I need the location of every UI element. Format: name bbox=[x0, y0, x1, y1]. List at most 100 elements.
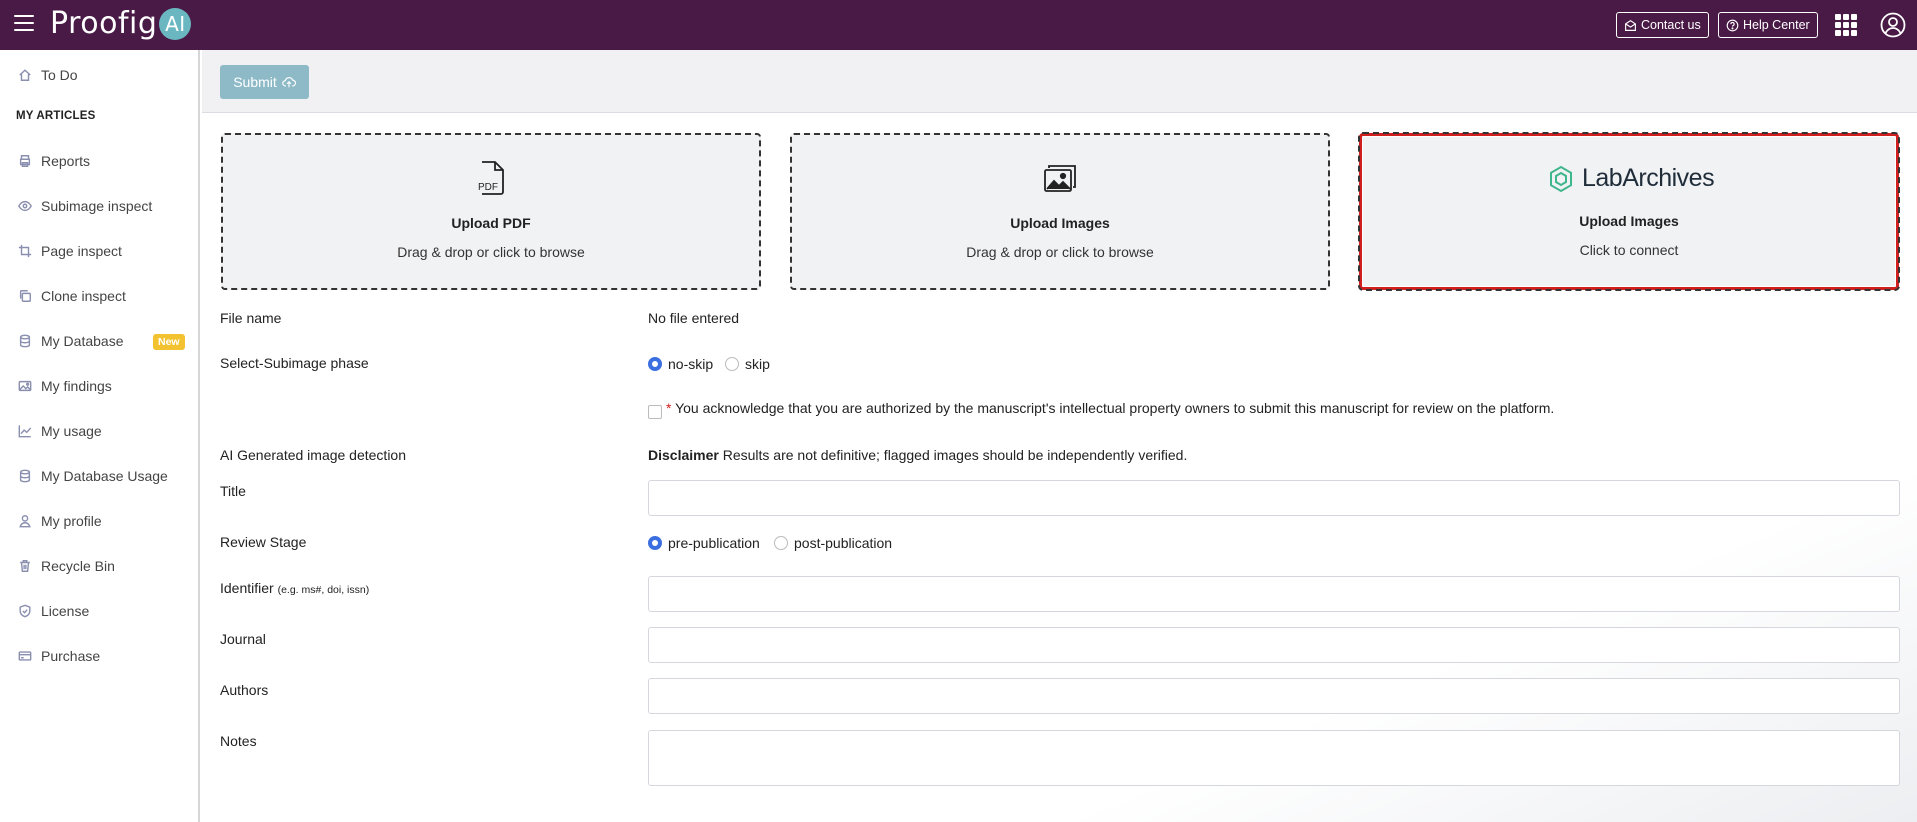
file-name-value: No file entered bbox=[648, 310, 740, 326]
sidebar-item-todo[interactable]: To Do bbox=[0, 60, 198, 90]
acknowledge-checkbox[interactable] bbox=[648, 405, 662, 419]
chart-line-icon bbox=[18, 425, 32, 438]
identifier-label-text: Identifier bbox=[220, 580, 274, 596]
disclaimer-bold: Disclaimer bbox=[648, 447, 719, 463]
authors-input[interactable] bbox=[648, 678, 1900, 714]
radio-pre-publication[interactable]: pre-publication bbox=[648, 535, 760, 551]
cloud-upload-icon bbox=[281, 77, 296, 88]
sidebar-item-label: Page inspect bbox=[41, 243, 122, 259]
sidebar-item-recycle-bin[interactable]: Recycle Bin bbox=[0, 551, 198, 581]
contact-us-label: Contact us bbox=[1641, 18, 1701, 32]
sidebar-item-my-findings[interactable]: My findings bbox=[0, 371, 198, 401]
main-content: PDF Upload PDF Drag & drop or click to b… bbox=[202, 113, 1917, 822]
logo-text: Proofig bbox=[50, 6, 158, 41]
sidebar-item-my-usage[interactable]: My usage bbox=[0, 416, 198, 446]
contact-us-button[interactable]: Contact us bbox=[1616, 12, 1709, 38]
top-navbar: Proofig AI Contact us Help Center bbox=[0, 0, 1917, 50]
sidebar-item-my-database[interactable]: My Database New bbox=[0, 326, 198, 356]
help-center-label: Help Center bbox=[1743, 18, 1810, 32]
pdf-icon-text: PDF bbox=[478, 182, 498, 193]
sidebar-item-page-inspect[interactable]: Page inspect bbox=[0, 236, 198, 266]
labarchives-connect-subtitle: Click to connect bbox=[1579, 242, 1679, 258]
radio-dot bbox=[725, 357, 739, 371]
sidebar-item-my-database-usage[interactable]: My Database Usage bbox=[0, 461, 198, 491]
sidebar-item-label: My Database Usage bbox=[41, 468, 168, 484]
sidebar-item-label: My usage bbox=[41, 423, 102, 439]
labarchives-cube-icon bbox=[1550, 165, 1572, 192]
pdf-file-icon: PDF bbox=[478, 161, 504, 195]
question-circle-icon bbox=[1726, 19, 1739, 31]
sidebar-item-clone-inspect[interactable]: Clone inspect bbox=[0, 281, 198, 311]
identifier-hint: (e.g. ms#, doi, issn) bbox=[277, 584, 370, 596]
toolbar: Submit bbox=[202, 50, 1917, 113]
submit-button[interactable]: Submit bbox=[220, 65, 309, 99]
account-icon[interactable] bbox=[1880, 12, 1906, 38]
sidebar-item-label: My Database bbox=[41, 333, 124, 349]
sidebar-item-license[interactable]: License bbox=[0, 596, 198, 626]
database-icon bbox=[19, 334, 31, 348]
journal-input[interactable] bbox=[648, 627, 1900, 663]
sidebar: To Do MY ARTICLES Reports Subimage inspe… bbox=[0, 50, 200, 822]
menu-icon[interactable] bbox=[14, 15, 34, 33]
sidebar-heading: MY ARTICLES bbox=[16, 110, 96, 122]
file-name-label: File name bbox=[220, 310, 282, 326]
upload-images-dropzone[interactable]: Upload Images Drag & drop or click to br… bbox=[790, 133, 1330, 290]
trash-icon bbox=[20, 560, 30, 572]
identifier-input[interactable] bbox=[648, 576, 1900, 612]
crop-icon bbox=[18, 244, 32, 258]
radio-dot bbox=[774, 536, 788, 550]
sidebar-item-label: Reports bbox=[41, 153, 91, 169]
labarchives-upload-title: Upload Images bbox=[1579, 213, 1679, 229]
radio-no-skip[interactable]: no-skip bbox=[648, 356, 713, 372]
sidebar-item-label: License bbox=[41, 603, 90, 619]
help-center-button[interactable]: Help Center bbox=[1718, 12, 1818, 38]
upload-pdf-subtitle: Drag & drop or click to browse bbox=[397, 244, 585, 260]
sidebar-item-subimage-inspect[interactable]: Subimage inspect bbox=[0, 191, 198, 221]
sidebar-item-label: Subimage inspect bbox=[41, 198, 153, 214]
home-icon bbox=[19, 69, 31, 81]
logo[interactable]: Proofig AI bbox=[50, 6, 192, 41]
title-input[interactable] bbox=[648, 480, 1900, 516]
notes-textarea[interactable] bbox=[648, 730, 1900, 786]
eye-icon bbox=[18, 200, 32, 212]
radio-label: post-publication bbox=[794, 535, 893, 551]
disclaimer-text: Results are not definitive; flagged imag… bbox=[722, 447, 1188, 463]
sidebar-item-my-profile[interactable]: My profile bbox=[0, 506, 198, 536]
database-icon bbox=[19, 469, 31, 483]
radio-skip[interactable]: skip bbox=[725, 356, 770, 372]
radio-post-publication[interactable]: post-publication bbox=[774, 535, 892, 551]
copy-icon bbox=[19, 290, 31, 302]
radio-label: pre-publication bbox=[668, 535, 760, 551]
sidebar-item-reports[interactable]: Reports bbox=[0, 146, 198, 176]
sidebar-item-label: Recycle Bin bbox=[41, 558, 115, 574]
journal-label: Journal bbox=[220, 631, 266, 647]
sidebar-item-label: My findings bbox=[41, 378, 112, 394]
ai-detection-label: AI Generated image detection bbox=[220, 447, 407, 463]
sidebar-item-purchase[interactable]: Purchase bbox=[0, 641, 198, 671]
sidebar-item-label: My profile bbox=[41, 513, 102, 529]
shield-icon bbox=[19, 604, 31, 618]
identifier-label: Identifier (e.g. ms#, doi, issn) bbox=[220, 580, 369, 596]
images-icon bbox=[1044, 165, 1076, 192]
sidebar-item-label: To Do bbox=[41, 67, 78, 83]
upload-pdf-dropzone[interactable]: PDF Upload PDF Drag & drop or click to b… bbox=[221, 133, 761, 290]
authors-label: Authors bbox=[220, 682, 269, 698]
radio-dot-selected bbox=[648, 357, 662, 371]
credit-card-icon bbox=[18, 651, 32, 661]
labarchives-connect-box[interactable]: LabArchives Upload Images Click to conne… bbox=[1358, 132, 1900, 291]
radio-label: no-skip bbox=[668, 356, 714, 372]
labarchives-logo-text: LabArchives bbox=[1582, 164, 1715, 192]
upload-images-subtitle: Drag & drop or click to browse bbox=[966, 244, 1154, 260]
apps-grid-icon[interactable] bbox=[1835, 14, 1857, 36]
title-label: Title bbox=[220, 483, 246, 499]
upload-pdf-title: Upload PDF bbox=[451, 215, 531, 231]
radio-dot-selected bbox=[648, 536, 662, 550]
radio-label: skip bbox=[745, 356, 770, 372]
notes-label: Notes bbox=[220, 733, 257, 749]
disclaimer: Disclaimer Results are not definitive; f… bbox=[648, 447, 1187, 463]
user-icon bbox=[19, 515, 31, 528]
subimage-phase-label: Select-Subimage phase bbox=[220, 355, 369, 371]
upload-images-title: Upload Images bbox=[1010, 215, 1110, 231]
printer-icon bbox=[19, 155, 31, 167]
labarchives-logo: LabArchives bbox=[1548, 164, 1715, 193]
